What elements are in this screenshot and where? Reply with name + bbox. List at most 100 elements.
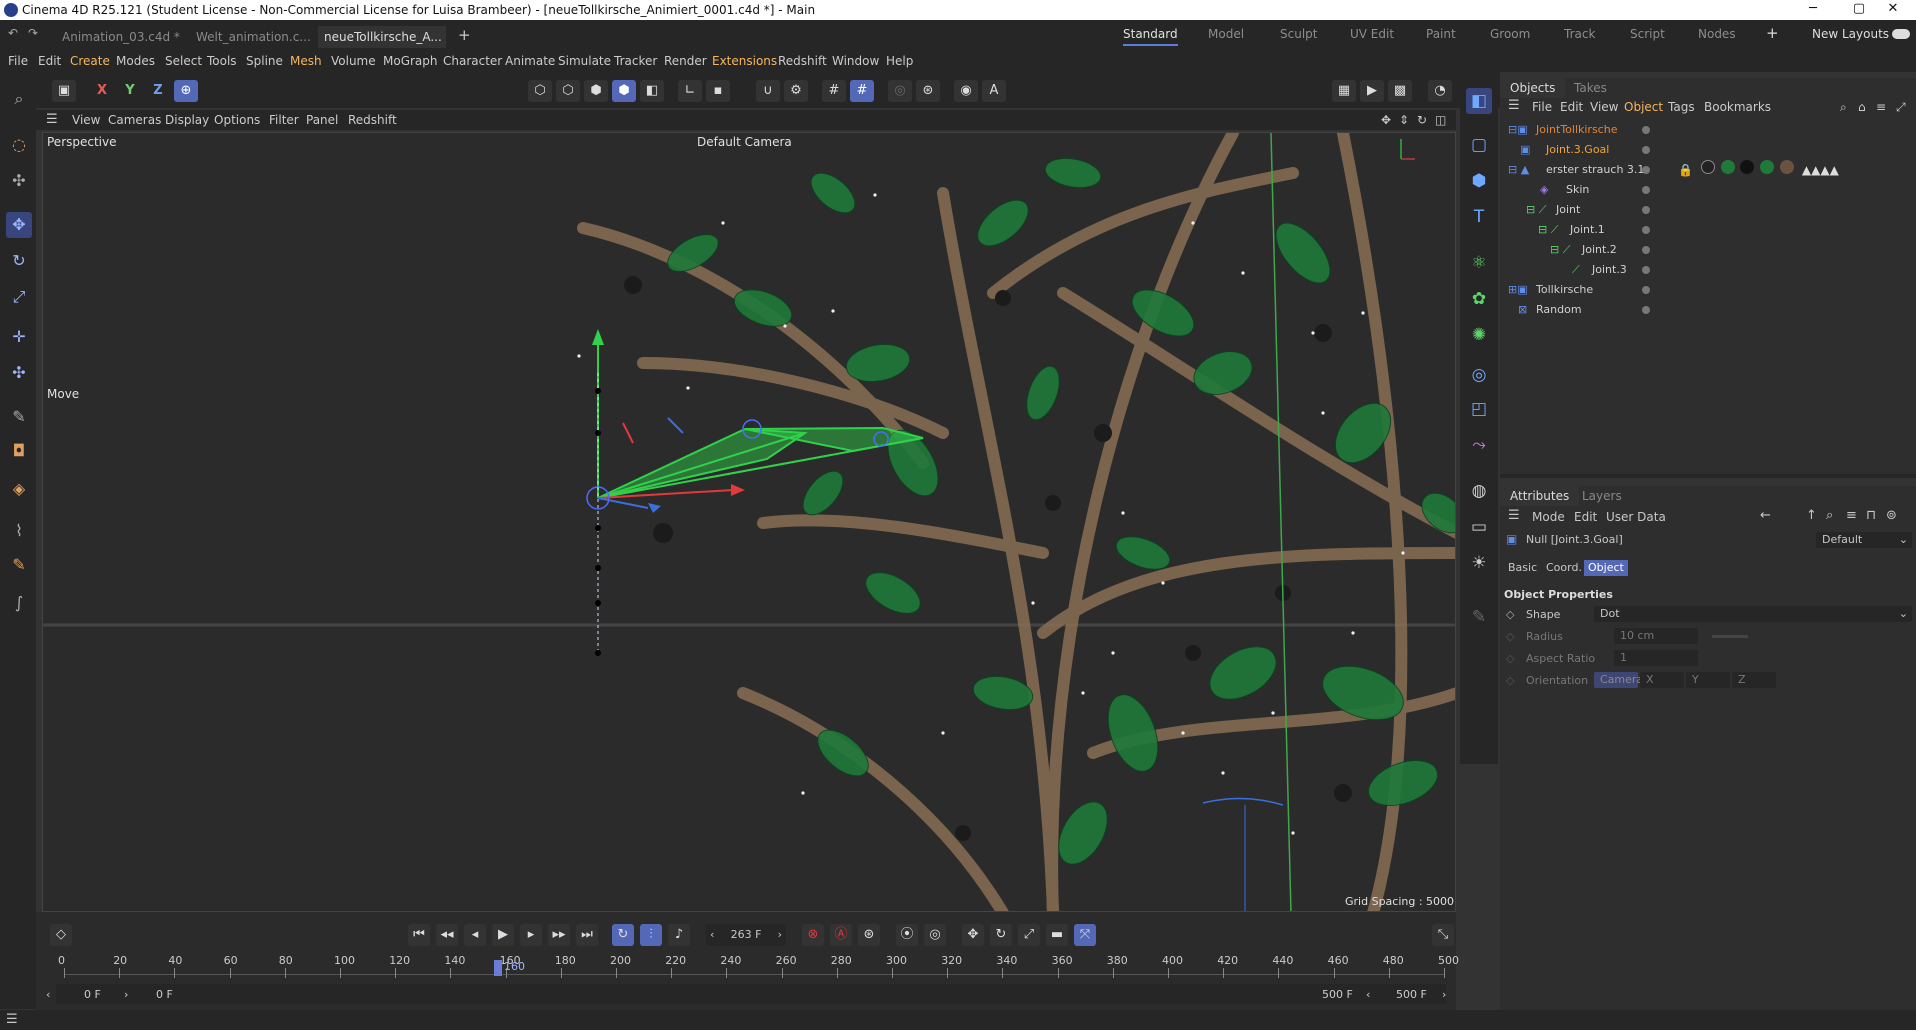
menu-spline[interactable]: Spline	[246, 54, 283, 68]
deformer-icon[interactable]: ◎	[1466, 362, 1492, 388]
menu-create[interactable]: Create	[70, 54, 110, 68]
tab-objects[interactable]: Objects	[1500, 78, 1566, 98]
end-frame-field[interactable]: 500 F	[1396, 988, 1427, 1001]
vp-menu-view[interactable]: View	[72, 113, 100, 127]
back-arrow-icon[interactable]: ←	[1760, 508, 1771, 523]
z-axis-lock[interactable]: Z	[146, 80, 170, 102]
attr-subtab-coord[interactable]: Coord.	[1546, 560, 1582, 576]
preview-start-field[interactable]: 0 F	[156, 988, 173, 1001]
attr-settings-icon[interactable]: ⊚	[1886, 508, 1897, 523]
orientation-camera-button[interactable]: Camera	[1594, 672, 1643, 688]
generator-icon[interactable]: ⚛	[1466, 250, 1492, 276]
radius-field[interactable]: 10 cm	[1614, 628, 1698, 644]
objects-filter-icon[interactable]: ≡	[1876, 100, 1886, 114]
hamburger-icon[interactable]: ☰	[46, 112, 58, 127]
menu-extensions[interactable]: Extensions	[712, 54, 777, 68]
visibility-dot[interactable]	[1642, 306, 1650, 314]
menu-window[interactable]: Window	[832, 54, 879, 68]
layout-tab[interactable]: Nodes	[1698, 27, 1736, 41]
visibility-dot[interactable]	[1642, 186, 1650, 194]
timeline-ruler[interactable]: 0 20 40 60 80 100 120 140 160 180 200 220 240 260 280 3…	[56, 954, 1459, 982]
timeline-expand-icon[interactable]: ⤡	[1432, 924, 1454, 946]
visibility-dot[interactable]	[1642, 146, 1650, 154]
attr-menu-edit[interactable]: Edit	[1574, 510, 1597, 524]
sound-icon[interactable]: ♪	[668, 924, 690, 946]
position-key-icon[interactable]: ✥	[962, 924, 984, 946]
up-arrow-icon[interactable]: ↑	[1806, 508, 1817, 523]
menu-redshift[interactable]: Redshift	[778, 54, 827, 68]
objects-menu-file[interactable]: File	[1532, 100, 1552, 114]
next-key-icon[interactable]: ▸▸	[548, 924, 570, 946]
dolly-view-icon[interactable]: ⇕	[1399, 113, 1409, 127]
menu-tools[interactable]: Tools	[207, 54, 237, 68]
object-row[interactable]: ⊟ ⟋ Joint.2	[1500, 240, 1916, 260]
vp-menu-display[interactable]: Display	[165, 113, 209, 127]
grid-icon[interactable]: #	[822, 80, 846, 102]
orientation-z-button[interactable]: Z	[1732, 672, 1776, 688]
parameter-key-icon[interactable]: ▬	[1046, 924, 1068, 946]
attr-subtab-object[interactable]: Object	[1584, 560, 1628, 576]
aspect-field[interactable]: 1	[1614, 650, 1698, 666]
rotation-key-icon[interactable]: ↻	[990, 924, 1012, 946]
current-frame-field[interactable]: ‹ 263 F ›	[706, 924, 786, 946]
visibility-dot[interactable]	[1642, 266, 1650, 274]
spline-deformer-icon[interactable]: ⤳	[1466, 432, 1492, 458]
menu-animate[interactable]: Animate	[505, 54, 555, 68]
menu-mograph[interactable]: MoGraph	[383, 54, 438, 68]
material-tag[interactable]	[1760, 160, 1775, 174]
soft-selection-icon[interactable]: ◎	[888, 80, 912, 102]
environment-icon[interactable]: ◍	[1466, 478, 1492, 504]
new-layouts-link[interactable]: New Layouts	[1812, 27, 1889, 41]
doc-tab[interactable]: Welt_animation.c...	[190, 26, 317, 48]
panel-divider[interactable]	[1500, 474, 1916, 478]
shape-animate-icon[interactable]: ◇	[1506, 608, 1514, 621]
paint-tool-icon[interactable]: ✎	[6, 552, 32, 578]
tab-layers[interactable]: Layers	[1572, 486, 1632, 506]
object-row[interactable]: ⟋ Joint.3	[1500, 260, 1916, 280]
cube-icon[interactable]: ⬢	[1466, 168, 1492, 194]
menu-file[interactable]: File	[8, 54, 28, 68]
objects-menu-object[interactable]: Object	[1624, 100, 1663, 114]
minimize-icon[interactable]: ─	[1790, 0, 1836, 20]
doc-tab-active[interactable]: neueTollkirsche_A...✕	[318, 26, 446, 66]
range-start-arrow-icon[interactable]: ›	[124, 988, 128, 1001]
placement-tool-icon[interactable]: ✣	[6, 360, 32, 386]
render-view-icon[interactable]: ▶	[1360, 80, 1384, 102]
menu-volume[interactable]: Volume	[331, 54, 376, 68]
playhead[interactable]	[494, 960, 502, 976]
object-row[interactable]: ▣ Joint.3.Goal	[1500, 140, 1916, 160]
menu-help[interactable]: Help	[886, 54, 913, 68]
visibility-dot[interactable]	[1642, 166, 1650, 174]
search-icon[interactable]: ⌕	[6, 86, 32, 112]
undo-icon[interactable]: ↶	[8, 26, 18, 40]
x-axis-lock[interactable]: X	[90, 80, 114, 102]
symmetry-icon[interactable]: ⊛	[916, 80, 940, 102]
material-tag[interactable]	[1780, 160, 1795, 174]
visibility-dot[interactable]	[1642, 126, 1650, 134]
layout-tab[interactable]: Script	[1630, 27, 1665, 41]
text-icon[interactable]: T	[1466, 204, 1492, 230]
keyframe-selection-icon[interactable]: ⦿	[896, 924, 918, 946]
objects-menu-tags[interactable]: Tags	[1668, 100, 1695, 114]
objects-hamburger-icon[interactable]: ☰	[1508, 98, 1520, 113]
tab-attributes[interactable]: Attributes	[1500, 486, 1580, 506]
previous-key-icon[interactable]: ◂◂	[436, 924, 458, 946]
menu-tracker[interactable]: Tracker	[614, 54, 657, 68]
objects-home-icon[interactable]: ⌂	[1858, 100, 1866, 114]
go-to-end-icon[interactable]: ⏭	[576, 924, 598, 946]
visibility-dot[interactable]	[1642, 206, 1650, 214]
effector-icon[interactable]: ✺	[1466, 322, 1492, 348]
frame-left-arrow-icon[interactable]: ‹	[710, 924, 714, 946]
extrude-tool-icon[interactable]: ◈	[6, 476, 32, 502]
frame-right-arrow-icon[interactable]: ›	[778, 924, 782, 946]
knife-tool-icon[interactable]: ✎	[6, 404, 32, 430]
menu-render[interactable]: Render	[664, 54, 707, 68]
attr-menu-user-data[interactable]: User Data	[1606, 510, 1666, 524]
next-frame-icon[interactable]: ▸	[520, 924, 542, 946]
null-object-icon[interactable]: ◧	[1466, 88, 1492, 114]
redshift-icon[interactable]: ◔	[1428, 80, 1452, 102]
play-icon[interactable]: ▶	[492, 924, 514, 946]
frame-range-bar[interactable]	[56, 984, 1446, 1004]
objects-menu-bookmarks[interactable]: Bookmarks	[1704, 100, 1771, 114]
redo-icon[interactable]: ↷	[28, 26, 38, 40]
